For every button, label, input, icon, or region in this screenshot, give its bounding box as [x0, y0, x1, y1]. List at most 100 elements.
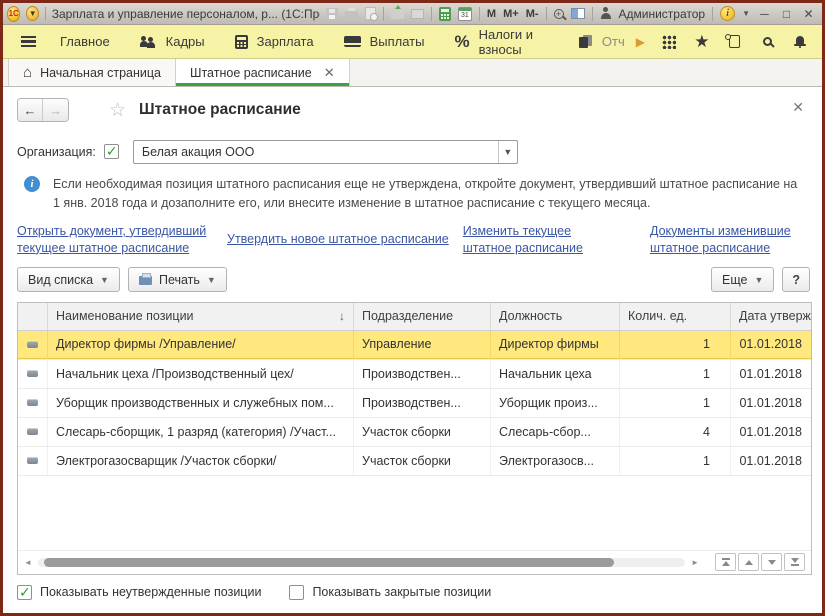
cell-name[interactable]: Начальник цеха /Производственный цех/: [48, 360, 354, 388]
memory-plus-button[interactable]: M+: [503, 8, 519, 20]
cell-department[interactable]: Производствен...: [354, 389, 491, 417]
info-button[interactable]: i: [720, 6, 735, 21]
filter-unapproved[interactable]: Показывать неутвержденные позиции: [17, 585, 261, 600]
cell-name[interactable]: Слесарь-сборщик, 1 разряд (категория) /У…: [48, 418, 354, 446]
column-name[interactable]: Наименование позиции↓: [48, 303, 354, 330]
minimize-button[interactable]: ─: [757, 7, 772, 21]
cell-count[interactable]: 1: [620, 447, 731, 475]
go-up-button[interactable]: [738, 553, 759, 571]
mail-icon[interactable]: [411, 9, 424, 19]
notifications-button[interactable]: [791, 35, 808, 49]
memory-button[interactable]: M: [487, 8, 496, 20]
main-menu-dropdown-button[interactable]: ▼: [26, 6, 39, 21]
chevron-down-icon[interactable]: ▼: [498, 141, 517, 163]
cell-department[interactable]: Участок сборки: [354, 418, 491, 446]
cell-department[interactable]: Участок сборки: [354, 447, 491, 475]
horizontal-scrollbar[interactable]: [38, 558, 685, 567]
link-change-current-schedule[interactable]: Изменить текущее штатное расписание: [463, 223, 591, 257]
tab-close-icon[interactable]: ✕: [324, 65, 335, 81]
column-count[interactable]: Колич. ед.: [620, 303, 731, 330]
menu-sections-button[interactable]: [21, 36, 36, 47]
column-icon[interactable]: [18, 303, 48, 330]
printer-icon: [139, 276, 152, 285]
menu-item-zarplata[interactable]: Зарплата: [235, 34, 314, 49]
column-approval-date[interactable]: Дата утверж: [731, 303, 811, 330]
column-position[interactable]: Должность: [491, 303, 620, 330]
link-approve-new-schedule[interactable]: Утвердить новое штатное расписание: [227, 231, 449, 248]
favorite-star-icon[interactable]: ☆: [109, 99, 126, 122]
history-button[interactable]: [726, 35, 743, 48]
back-button[interactable]: ←: [18, 99, 43, 121]
print-preview-icon[interactable]: [365, 7, 376, 20]
cell-position[interactable]: Электрогазосв...: [491, 447, 620, 475]
link-changing-documents[interactable]: Документы изменившие штатное расписание: [650, 223, 802, 257]
more-button[interactable]: Еще▼: [711, 267, 774, 292]
maximize-button[interactable]: □: [779, 7, 794, 21]
split-window-icon[interactable]: [571, 8, 585, 19]
organization-checkbox[interactable]: [104, 144, 119, 159]
forward-button[interactable]: →: [43, 99, 68, 121]
main-menu-bar: Главное Кадры Зарплата Выплаты %Налоги и…: [3, 25, 822, 59]
cell-date[interactable]: 01.01.2018: [731, 389, 811, 417]
cell-position[interactable]: Уборщик произ...: [491, 389, 620, 417]
cell-department[interactable]: Управление: [354, 331, 491, 359]
table-row[interactable]: Слесарь-сборщик, 1 разряд (категория) /У…: [18, 418, 811, 447]
search-button[interactable]: [759, 37, 776, 46]
scrollbar-thumb[interactable]: [44, 558, 613, 567]
cell-date[interactable]: 01.01.2018: [731, 447, 811, 475]
favorites-button[interactable]: ★: [694, 35, 711, 49]
overflow-arrow-icon[interactable]: ▶: [636, 35, 645, 49]
menu-item-glavnoe[interactable]: Главное: [60, 34, 110, 49]
info-dropdown-icon[interactable]: ▼: [742, 9, 750, 18]
table-row[interactable]: Уборщик производственных и служебных пом…: [18, 389, 811, 418]
cell-name[interactable]: Уборщик производственных и служебных пом…: [48, 389, 354, 417]
organization-combobox[interactable]: Белая акация ООО ▼: [133, 140, 518, 164]
calendar-icon[interactable]: 31: [458, 7, 472, 21]
memory-minus-button[interactable]: M-: [526, 8, 539, 20]
cell-count[interactable]: 1: [620, 331, 731, 359]
table-row[interactable]: Начальник цеха /Производственный цех/ Пр…: [18, 360, 811, 389]
scroll-left-icon[interactable]: ◄: [24, 558, 32, 567]
tab-staffing[interactable]: Штатное расписание ✕: [176, 59, 350, 86]
help-button[interactable]: ?: [782, 267, 810, 292]
list-view-button[interactable]: Вид списка▼: [17, 267, 120, 292]
cell-count[interactable]: 1: [620, 360, 731, 388]
link-open-approving-document[interactable]: Открыть документ, утвердивший текущее шт…: [17, 223, 213, 257]
table-row[interactable]: Электрогазосварщик /Участок сборки/ Учас…: [18, 447, 811, 476]
show-unapproved-checkbox[interactable]: [17, 585, 32, 600]
zoom-icon[interactable]: +: [554, 9, 564, 19]
cell-date[interactable]: 01.01.2018: [731, 360, 811, 388]
show-closed-checkbox[interactable]: [289, 585, 304, 600]
cell-count[interactable]: 4: [620, 418, 731, 446]
cell-name[interactable]: Директор фирмы /Управление/: [48, 331, 354, 359]
cell-position[interactable]: Слесарь-сбор...: [491, 418, 620, 446]
exchange-icon[interactable]: [391, 9, 404, 19]
cell-count[interactable]: 1: [620, 389, 731, 417]
column-department[interactable]: Подразделение: [354, 303, 491, 330]
go-last-button[interactable]: [784, 553, 805, 571]
close-button[interactable]: ✕: [801, 7, 816, 21]
position-item-icon: [27, 370, 38, 377]
cell-position[interactable]: Начальник цеха: [491, 360, 620, 388]
print-icon[interactable]: [345, 11, 358, 20]
cell-department[interactable]: Производствен...: [354, 360, 491, 388]
scroll-right-icon[interactable]: ►: [691, 558, 699, 567]
menu-item-vyplaty[interactable]: Выплаты: [344, 34, 425, 49]
cell-date[interactable]: 01.01.2018: [731, 418, 811, 446]
save-icon[interactable]: [326, 8, 338, 20]
table-row[interactable]: Директор фирмы /Управление/ Управление Д…: [18, 331, 811, 360]
menu-item-kadry[interactable]: Кадры: [140, 34, 205, 49]
menu-item-nalogi[interactable]: %Налоги и взносы: [454, 27, 548, 57]
cell-date[interactable]: 01.01.2018: [731, 331, 811, 359]
tab-home[interactable]: ⌂ Начальная страница: [8, 59, 176, 86]
cell-position[interactable]: Директор фирмы: [491, 331, 620, 359]
print-button[interactable]: Печать▼: [128, 267, 227, 292]
calculator-icon[interactable]: [439, 7, 451, 21]
filter-closed[interactable]: Показывать закрытые позиции: [289, 585, 491, 600]
cell-name[interactable]: Электрогазосварщик /Участок сборки/: [48, 447, 354, 475]
all-functions-button[interactable]: [661, 35, 678, 49]
go-down-button[interactable]: [761, 553, 782, 571]
menu-item-otchetnost[interactable]: Отч▶: [579, 34, 645, 49]
go-first-button[interactable]: [715, 553, 736, 571]
form-close-button[interactable]: ✕: [792, 99, 804, 116]
